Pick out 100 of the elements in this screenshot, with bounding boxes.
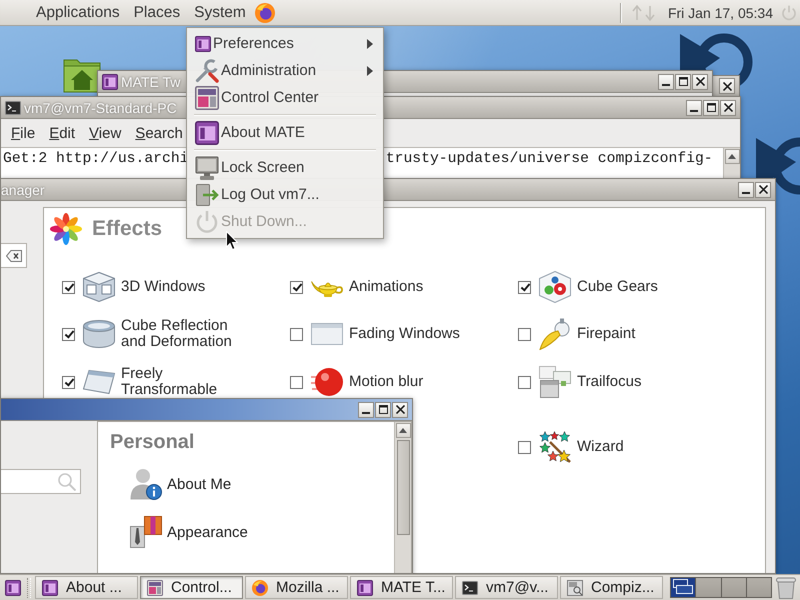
- category-heading: Effects: [92, 217, 162, 241]
- firefox-icon: [254, 2, 275, 22]
- scrollbar[interactable]: [723, 148, 740, 179]
- minimize-icon: [662, 84, 670, 86]
- maximize-button[interactable]: [675, 74, 691, 90]
- menu-item[interactable]: About MATE: [188, 119, 382, 146]
- minimize-button[interactable]: [686, 100, 702, 116]
- menu-item[interactable]: Control Center: [188, 84, 382, 111]
- maximize-button[interactable]: [375, 402, 391, 418]
- menu-item[interactable]: Administration: [188, 57, 382, 84]
- close-button[interactable]: [755, 182, 771, 198]
- checkbox[interactable]: [290, 328, 303, 340]
- launcher-button[interactable]: [252, 0, 277, 24]
- checkbox[interactable]: [290, 376, 303, 388]
- close-button[interactable]: [392, 402, 408, 418]
- minimize-icon: [742, 192, 750, 194]
- workspace-cell[interactable]: [696, 578, 720, 597]
- checkbox[interactable]: [518, 376, 531, 388]
- tools-icon: [195, 58, 219, 82]
- plugin-button[interactable]: Motion blur: [311, 367, 424, 397]
- checkbox[interactable]: [518, 328, 531, 340]
- show-desktop-button[interactable]: [3, 578, 23, 598]
- section-heading: Personal: [110, 430, 194, 454]
- window-icon: [5, 580, 21, 596]
- window-icon: [195, 36, 211, 52]
- close-button[interactable]: [720, 100, 736, 116]
- menu-item[interactable]: Search: [128, 121, 190, 145]
- minimize-button[interactable]: [358, 402, 374, 418]
- checkbox[interactable]: [518, 440, 531, 454]
- search-field[interactable]: [1, 469, 81, 494]
- plugin-button[interactable]: Freely Transformable: [83, 366, 245, 398]
- feather-icon: [539, 318, 571, 350]
- taskbar-button[interactable]: About ...: [35, 576, 138, 599]
- settings-item[interactable]: About Me: [130, 468, 232, 500]
- plugin-button[interactable]: 3D Windows: [83, 272, 206, 302]
- close-icon: [722, 82, 732, 90]
- menu-item[interactable]: File: [4, 121, 42, 145]
- scroll-up-button[interactable]: [724, 149, 740, 164]
- maximize-icon: [378, 405, 388, 414]
- plugin-button[interactable]: Cube Gears: [539, 271, 658, 303]
- taskbar-button[interactable]: Mozilla ...: [245, 576, 348, 599]
- menu-item[interactable]: Log Out vm7...: [188, 181, 382, 208]
- maximize-icon: [706, 103, 716, 112]
- workspace-cell[interactable]: [746, 578, 771, 597]
- trash-button[interactable]: [774, 574, 798, 600]
- flower-burst-icon: [50, 213, 82, 245]
- checkbox[interactable]: [62, 328, 75, 340]
- checkbox[interactable]: [62, 376, 75, 388]
- window-title: MATE Tw: [121, 74, 180, 90]
- terminal-icon: [462, 580, 478, 594]
- maximize-button[interactable]: [703, 100, 719, 116]
- checkbox[interactable]: [62, 280, 75, 294]
- menu-item[interactable]: View: [82, 121, 128, 145]
- search-field[interactable]: [1, 243, 27, 268]
- window-title: anager: [1, 182, 45, 198]
- settings-item[interactable]: Appearance: [130, 516, 248, 548]
- monitor-icon: [195, 156, 219, 180]
- checkbox[interactable]: [518, 280, 531, 294]
- window-icon: [195, 86, 219, 110]
- close-icon: [724, 103, 732, 112]
- panel-menu[interactable]: Applications: [29, 0, 127, 25]
- plugin-button[interactable]: Cube Reflection and Deformation: [83, 318, 245, 350]
- power-icon: [781, 4, 797, 20]
- scroll-up-button[interactable]: [396, 423, 410, 438]
- close-button[interactable]: [692, 74, 708, 90]
- minimize-button[interactable]: [658, 74, 674, 90]
- menu-item[interactable]: Edit: [42, 121, 82, 145]
- workspace-cell[interactable]: [722, 578, 746, 597]
- network-icon: [630, 4, 657, 20]
- plugin-button[interactable]: Wizard: [539, 431, 624, 463]
- window-icon: [311, 323, 343, 345]
- scrollbar[interactable]: [394, 422, 411, 573]
- workspace-cell[interactable]: [671, 578, 696, 597]
- plugin-button[interactable]: Fading Windows: [311, 323, 460, 345]
- clock[interactable]: Fri Jan 17, 05:34: [668, 4, 773, 20]
- checkbox[interactable]: [290, 280, 303, 294]
- plugin-button[interactable]: Animations: [311, 277, 424, 297]
- panel-menu[interactable]: System: [187, 0, 253, 25]
- window-icon: [42, 580, 58, 596]
- scrollbar-thumb[interactable]: [396, 440, 410, 535]
- minimize-button[interactable]: [738, 182, 754, 198]
- panel-menu[interactable]: Places: [126, 0, 188, 25]
- taskbar-button[interactable]: Control...: [140, 576, 243, 599]
- taskbar-button[interactable]: Compiz...: [560, 576, 663, 599]
- window-title: vm7@vm7-Standard-PC: [24, 100, 177, 116]
- menu-item[interactable]: Preferences: [188, 30, 382, 57]
- taskbar-button[interactable]: MATE T...: [350, 576, 453, 599]
- window-thumbnail-icon: [673, 579, 693, 594]
- skewed-window-icon: [83, 370, 115, 394]
- overlapping-windows-icon: [539, 366, 571, 398]
- minimize-icon: [690, 110, 698, 112]
- close-button[interactable]: [719, 78, 735, 94]
- logout-icon: [195, 182, 219, 206]
- search-icon: [58, 472, 76, 490]
- plugin-button[interactable]: Firepaint: [539, 318, 636, 350]
- taskbar-button[interactable]: vm7@v...: [455, 576, 558, 599]
- user-info-icon: [130, 468, 162, 500]
- window-icon: [357, 580, 373, 596]
- menu-item[interactable]: Lock Screen: [188, 154, 382, 181]
- plugin-button[interactable]: Trailfocus: [539, 366, 642, 398]
